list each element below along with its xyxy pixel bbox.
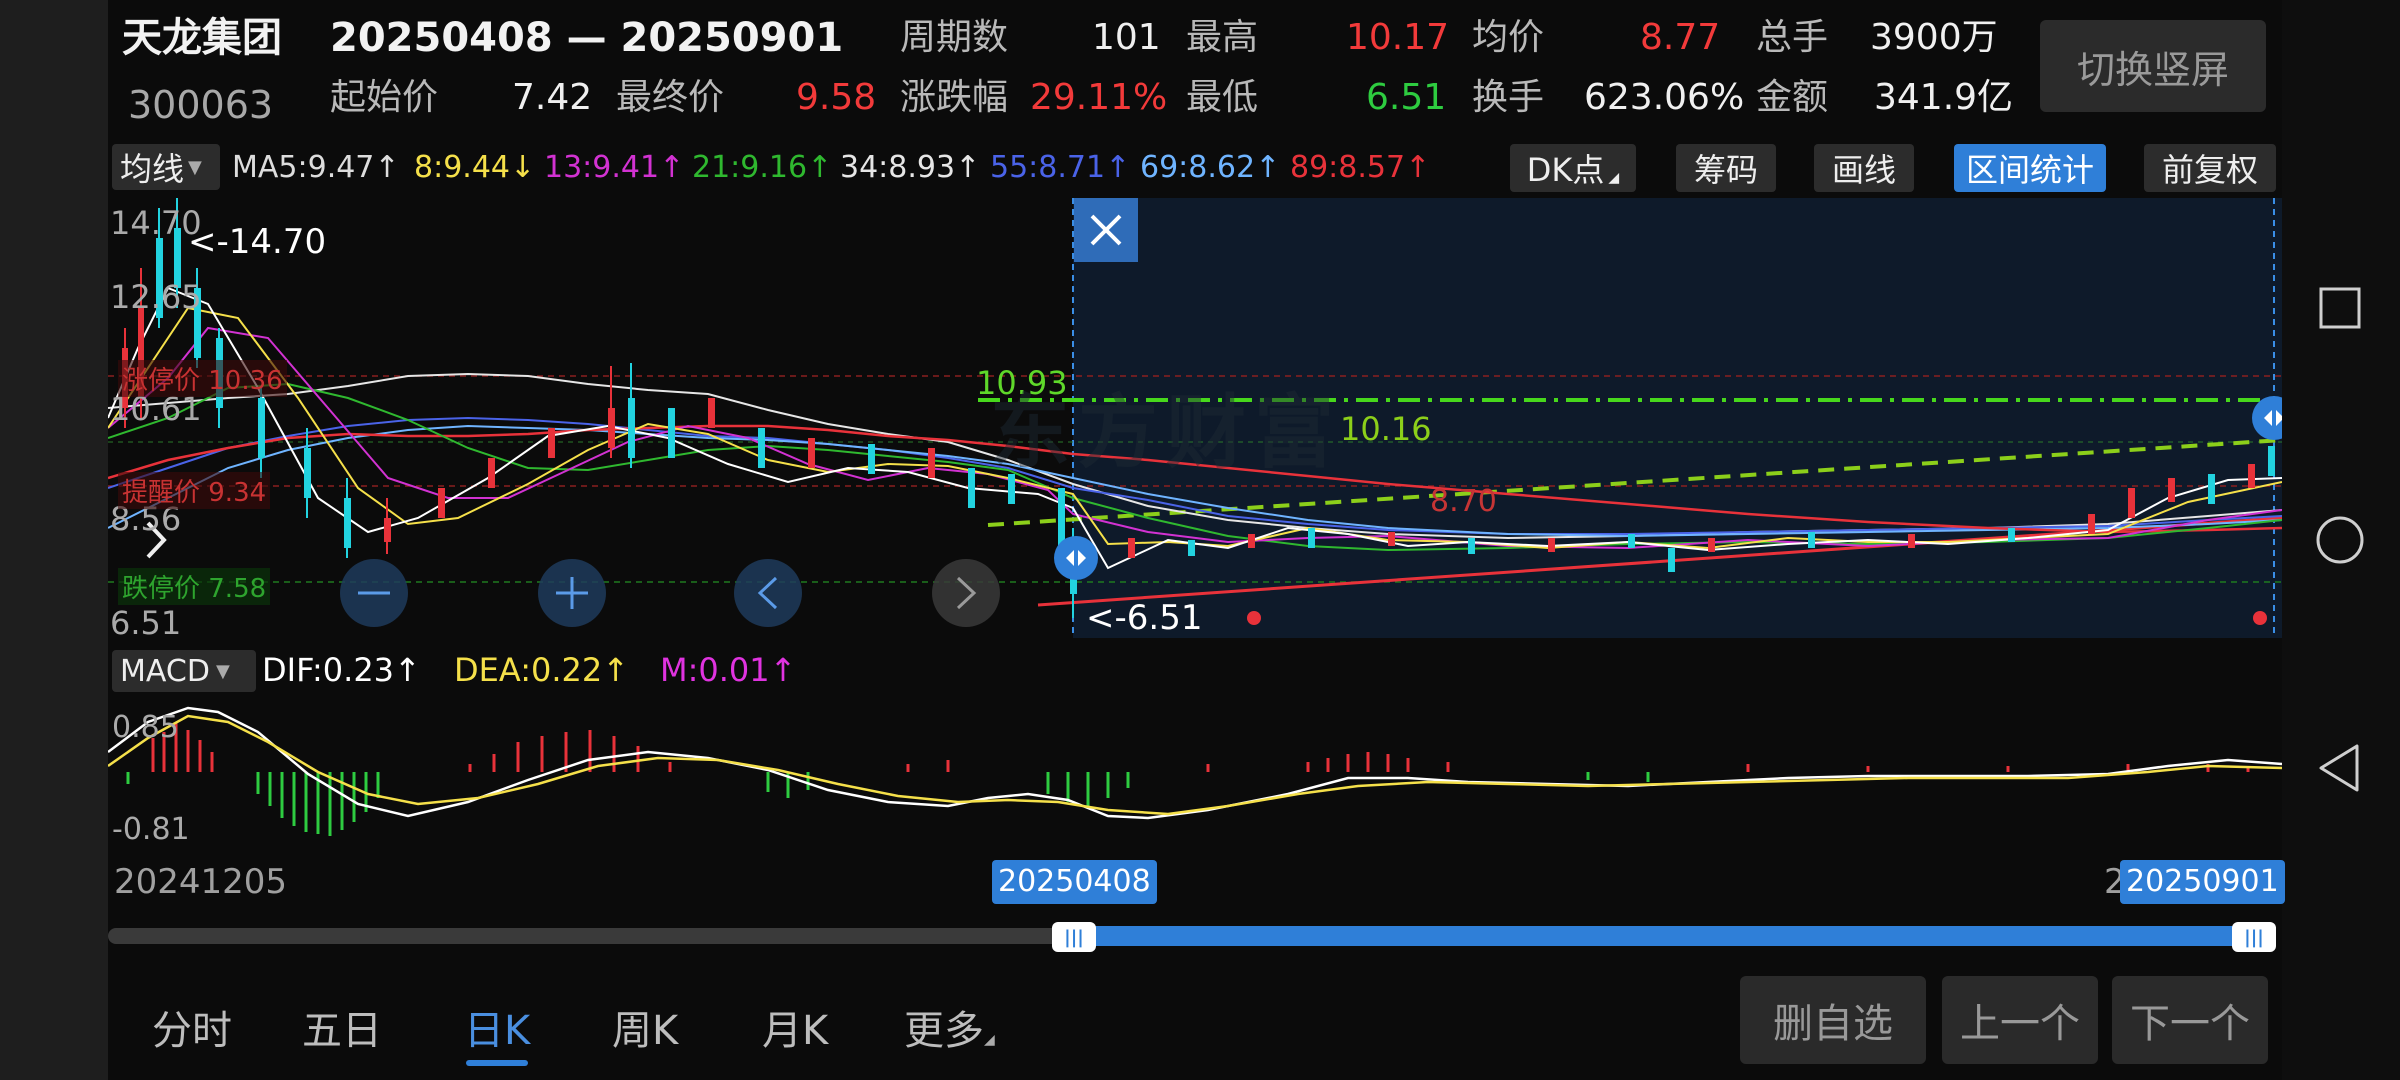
stat-label: 换手	[1472, 77, 1545, 118]
selection-end-date-tag: 20250901	[2120, 860, 2285, 904]
pan-right-icon[interactable]	[932, 559, 1000, 627]
pan-left-icon[interactable]	[734, 559, 802, 627]
stock-code: 300063	[128, 83, 274, 127]
next-button[interactable]: 下一个	[2112, 976, 2268, 1064]
stat-value: 8.77	[1640, 17, 1721, 58]
ma-item: 8:9.44↓	[414, 150, 536, 185]
ma-item: 21:9.16↑	[692, 150, 833, 185]
stat-label: 周期数	[900, 17, 1009, 58]
previous-button[interactable]: 上一个	[1942, 976, 2098, 1064]
selection-start-date-tag: 20250408	[992, 860, 1157, 904]
dk-point-button[interactable]: DK点 ◢	[1510, 144, 1636, 192]
grip-icon: |||	[1064, 926, 1084, 948]
stat-value: 623.06%	[1584, 77, 1745, 118]
ma-item: 89:8.57↑	[1290, 150, 1431, 185]
macd-m: M:0.01↑	[660, 651, 797, 689]
range-selected-fill	[1072, 926, 2252, 946]
tab-more-label: 更多	[904, 1008, 984, 1054]
marker-dot	[1247, 611, 1261, 625]
range-start-handle[interactable]: |||	[1052, 922, 1096, 952]
dk-point-label: DK点	[1526, 151, 1605, 189]
stat-label: 涨跌幅	[900, 77, 1009, 118]
macd-dea-line	[108, 714, 2282, 816]
indicator-select-label: 均线	[120, 150, 185, 188]
stat-value: 341.9亿	[1874, 77, 2014, 118]
stat-value: 6.51	[1366, 77, 1447, 118]
watermark: 东方财富	[990, 386, 1342, 479]
ma-item: MA5:9.47↑	[232, 150, 400, 185]
macd-select-label: MACD	[120, 653, 210, 689]
stat-label: 最终价	[616, 77, 725, 118]
marker-dot	[2253, 611, 2267, 625]
range-start-date: 20241205	[114, 862, 288, 902]
forward-adjust-button[interactable]: 前复权	[2144, 144, 2276, 192]
tab-more[interactable]: 更多◢	[904, 998, 995, 1056]
reminder-label: 提醒价 9.34	[118, 472, 271, 509]
macd-chart	[108, 706, 2282, 836]
stat-value: 3900万	[1870, 17, 1998, 58]
dropdown-arrow-icon: ◢	[1608, 170, 1620, 186]
high-marker: <-14.70	[188, 222, 327, 262]
switch-portrait-button[interactable]: 切换竖屏	[2040, 20, 2266, 112]
draw-line-button[interactable]: 画线	[1814, 144, 1914, 192]
grip-icon: |||	[2244, 926, 2264, 948]
stat-label: 均价	[1472, 17, 1545, 58]
tab-intraday[interactable]: 分时	[152, 998, 232, 1056]
interval-stats-button[interactable]: 区间统计	[1954, 144, 2106, 192]
ma-item: 34:8.93↑	[840, 150, 981, 185]
stat-label: 最高	[1186, 17, 1259, 58]
y-axis-label: 12.65	[110, 278, 202, 316]
tab-monthly-k[interactable]: 月K	[762, 998, 828, 1056]
dropdown-arrow-icon: ▼	[215, 660, 230, 682]
tab-weekly-k[interactable]: 周K	[612, 998, 678, 1056]
left-margin	[0, 0, 108, 1080]
stat-value: 9.58	[796, 77, 877, 118]
range-end-handle[interactable]: |||	[2232, 922, 2276, 952]
indicator-select[interactable]: 均线 ▼	[112, 144, 220, 190]
low-marker: <-6.51	[1086, 598, 1203, 638]
tab-daily-k[interactable]: 日K	[464, 998, 530, 1056]
selection-start-handle[interactable]	[1054, 536, 1098, 580]
stat-value: 29.11%	[1030, 77, 1168, 118]
dropdown-arrow-icon: ◢	[984, 1032, 995, 1048]
limit-down-label: 跌停价 7.58	[118, 568, 271, 605]
macd-y-bottom: -0.81	[112, 812, 190, 847]
stat-value: 101	[1092, 17, 1161, 58]
ma-item: 13:9.41↑	[544, 150, 685, 185]
recent-apps-icon[interactable]	[2305, 273, 2375, 343]
stat-label: 最低	[1186, 77, 1259, 118]
stock-name: 天龙集团	[122, 15, 282, 61]
trendline-label: 10.16	[1340, 410, 1432, 448]
macd-dea: DEA:0.22↑	[454, 651, 630, 689]
y-axis-label: 6.51	[110, 604, 182, 642]
date-range: 20250408 — 20250901	[330, 15, 844, 61]
limit-up-label: 涨停价 10.36	[118, 360, 287, 397]
stat-label: 总手	[1756, 17, 1829, 58]
macd-dif: DIF:0.23↑	[262, 651, 421, 689]
ma-item: 69:8.62↑	[1140, 150, 1281, 185]
back-icon[interactable]	[2305, 733, 2375, 803]
stat-label: 起始价	[330, 77, 439, 118]
macd-y-top: 0.85	[112, 710, 179, 745]
home-icon[interactable]	[2305, 505, 2375, 575]
dropdown-arrow-icon: ▼	[188, 156, 202, 178]
ma-item: 55:8.71↑	[990, 150, 1131, 185]
active-tab-indicator	[466, 1060, 528, 1066]
stat-value: 10.17	[1346, 17, 1450, 58]
stat-value: 7.42	[512, 77, 593, 118]
stat-label: 金额	[1756, 77, 1829, 118]
macd-select[interactable]: MACD ▼	[112, 650, 256, 692]
chip-button[interactable]: 筹码	[1676, 144, 1776, 192]
tab-five-day[interactable]: 五日	[302, 998, 382, 1056]
remove-watchlist-button[interactable]: 删自选	[1740, 976, 1926, 1064]
trendline-label: 8.70	[1430, 484, 1497, 519]
